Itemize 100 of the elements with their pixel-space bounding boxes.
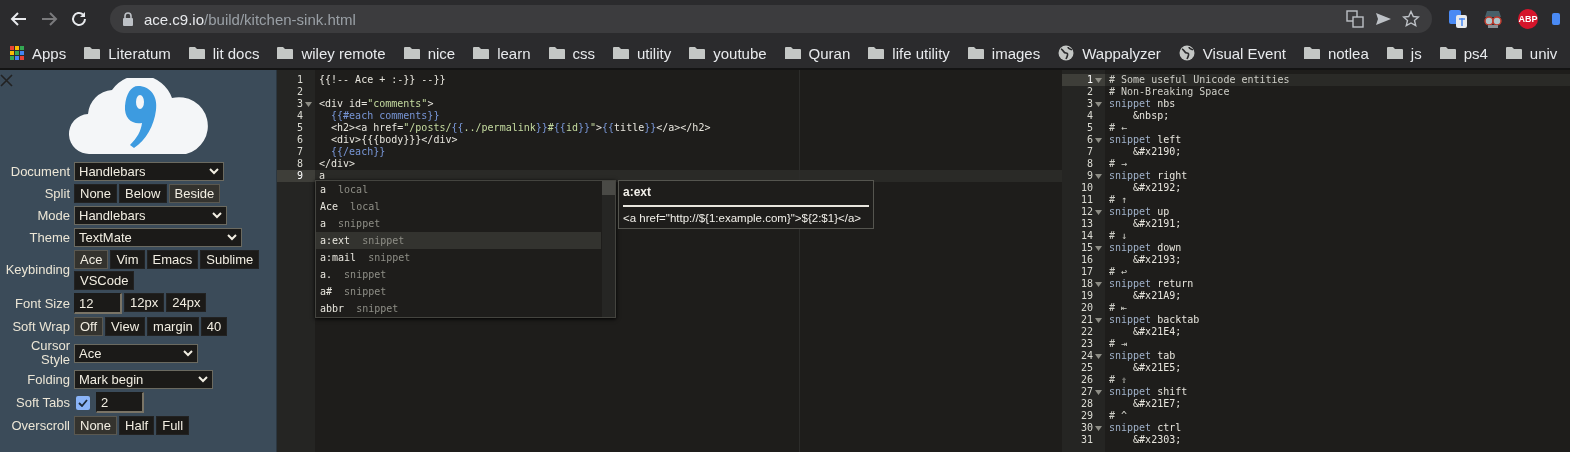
code-line: snippet ctrl bbox=[1109, 422, 1182, 433]
option-button[interactable]: None bbox=[74, 416, 118, 435]
line-number: 24 bbox=[1080, 350, 1093, 362]
bookmark[interactable]: notlea bbox=[1303, 44, 1369, 62]
dropdown[interactable]: Ace bbox=[74, 343, 198, 363]
bookmark[interactable]: Apps bbox=[10, 44, 67, 62]
scrollbar-thumb[interactable] bbox=[602, 181, 615, 195]
address-bar[interactable]: ace.c9.io/build/kitchen-sink.html bbox=[110, 5, 1432, 33]
bookmark[interactable]: utility bbox=[613, 44, 672, 62]
dropdown[interactable]: TextMate bbox=[74, 228, 242, 247]
input-field[interactable]: 2 bbox=[96, 392, 144, 413]
send-icon[interactable] bbox=[1374, 10, 1392, 28]
suggestion-item[interactable]: abbr snippet bbox=[316, 300, 601, 317]
fold-arrow-icon[interactable] bbox=[1094, 353, 1102, 359]
bookmark[interactable]: lit docs bbox=[188, 44, 260, 62]
fold-arrow-icon[interactable] bbox=[1094, 281, 1102, 287]
fold-arrow-icon[interactable] bbox=[1094, 137, 1102, 143]
fold-arrow-icon[interactable] bbox=[1094, 173, 1102, 179]
option-button[interactable]: margin bbox=[147, 317, 199, 336]
option-button[interactable]: 24px bbox=[166, 293, 207, 312]
fold-arrow-icon[interactable] bbox=[1094, 245, 1102, 251]
input-field[interactable]: 12 bbox=[74, 293, 122, 314]
bookmark[interactable]: learn bbox=[473, 44, 531, 62]
suggestion-item[interactable]: a. snippet bbox=[316, 266, 601, 283]
line-number: 21 bbox=[1080, 314, 1093, 326]
option-button[interactable]: 12px bbox=[124, 293, 165, 312]
back-icon[interactable] bbox=[10, 10, 28, 28]
bookmark[interactable]: ps4 bbox=[1439, 44, 1488, 62]
bookmark[interactable]: js bbox=[1386, 44, 1422, 62]
bookmark[interactable]: youtube bbox=[689, 44, 767, 62]
translate-extension-icon[interactable] bbox=[1448, 9, 1468, 29]
code-line: {{/each}} bbox=[330, 146, 386, 157]
fold-arrow-icon[interactable] bbox=[1094, 77, 1102, 83]
checkbox[interactable] bbox=[76, 395, 90, 410]
suggestion-item[interactable]: a snippet bbox=[316, 215, 601, 232]
option-button[interactable]: Below bbox=[119, 184, 167, 203]
dropdown[interactable]: Mark begin bbox=[74, 370, 213, 389]
folder-icon bbox=[689, 46, 706, 60]
dropdown[interactable]: Handlebars bbox=[74, 206, 227, 225]
globe-icon bbox=[1058, 45, 1075, 61]
fold-arrow-icon[interactable] bbox=[1094, 101, 1102, 107]
line-number: 10 bbox=[1080, 182, 1093, 194]
fold-arrow-icon[interactable] bbox=[1094, 425, 1102, 431]
suggestion-item[interactable]: Ace local bbox=[316, 198, 601, 215]
option-button[interactable]: VSCode bbox=[74, 271, 135, 290]
line-number: 7 bbox=[1086, 146, 1093, 158]
line-number: 23 bbox=[1080, 338, 1093, 350]
option-button[interactable]: Beside bbox=[168, 184, 221, 203]
bookmark[interactable]: Visual Event bbox=[1178, 44, 1286, 62]
code-line: &#x21E5; bbox=[1132, 362, 1182, 373]
suggestion-item[interactable]: a local bbox=[316, 181, 601, 198]
bookmark[interactable]: Literatum bbox=[84, 44, 171, 62]
bookmark[interactable]: life utility bbox=[868, 44, 950, 62]
code-line: a bbox=[319, 170, 326, 181]
fold-arrow-icon[interactable] bbox=[304, 101, 312, 107]
fold-arrow-icon[interactable] bbox=[1094, 317, 1102, 323]
code-line: snippet backtab bbox=[1109, 314, 1200, 325]
bookmark[interactable]: univ bbox=[1505, 44, 1558, 62]
code-line: <div>{{{body}}}</div> bbox=[330, 134, 458, 145]
code-line: &#x2192; bbox=[1132, 182, 1182, 193]
folder-icon bbox=[613, 46, 629, 60]
option-button[interactable]: 40 bbox=[200, 317, 228, 336]
star-icon[interactable] bbox=[1402, 10, 1420, 28]
option-button[interactable]: Emacs bbox=[146, 250, 199, 269]
option-button[interactable]: None bbox=[74, 184, 118, 203]
option-button[interactable]: Ace bbox=[74, 250, 109, 269]
folder-icon bbox=[1303, 46, 1320, 60]
spy-glasses-icon[interactable] bbox=[1482, 9, 1504, 29]
option-button[interactable]: Half bbox=[119, 416, 155, 435]
option-button[interactable]: Sublime bbox=[200, 250, 260, 269]
line-number: 20 bbox=[1080, 302, 1093, 314]
bookmark[interactable]: css bbox=[548, 44, 595, 62]
suggestion-item[interactable]: a# snippet bbox=[316, 283, 601, 300]
option-button[interactable]: Full bbox=[156, 416, 190, 435]
line-number: 16 bbox=[1080, 254, 1093, 266]
folder-icon bbox=[84, 46, 101, 60]
adblock-icon[interactable]: ABP bbox=[1518, 9, 1538, 29]
line-number: 2 bbox=[296, 86, 303, 98]
reload-icon[interactable] bbox=[70, 10, 88, 28]
suggestion-item[interactable]: a:mail snippet bbox=[316, 249, 601, 266]
folder-icon bbox=[967, 46, 984, 60]
bookmark[interactable]: Quran bbox=[784, 44, 851, 62]
bookmark[interactable]: wiley remote bbox=[277, 44, 386, 62]
fold-arrow-icon[interactable] bbox=[1094, 389, 1102, 395]
suggestion-item[interactable]: a:ext snippet bbox=[316, 232, 601, 249]
option-button[interactable]: Off bbox=[74, 317, 104, 336]
code-line: </div> bbox=[319, 158, 356, 169]
setting-label: Theme bbox=[28, 230, 70, 245]
line-number: 26 bbox=[1080, 374, 1093, 386]
code-line: # ↑ bbox=[1109, 194, 1128, 205]
code-line: snippet right bbox=[1109, 170, 1188, 181]
translate-icon[interactable] bbox=[1346, 10, 1364, 28]
option-button[interactable]: Vim bbox=[110, 250, 145, 269]
bookmark[interactable]: images bbox=[967, 44, 1041, 62]
bookmark[interactable]: nice bbox=[403, 44, 456, 62]
fold-arrow-icon[interactable] bbox=[1094, 209, 1102, 215]
line-number: 13 bbox=[1080, 218, 1093, 230]
dropdown[interactable]: Handlebars bbox=[74, 162, 224, 181]
option-button[interactable]: View bbox=[105, 317, 146, 336]
bookmark[interactable]: Wappalyzer bbox=[1058, 44, 1161, 62]
